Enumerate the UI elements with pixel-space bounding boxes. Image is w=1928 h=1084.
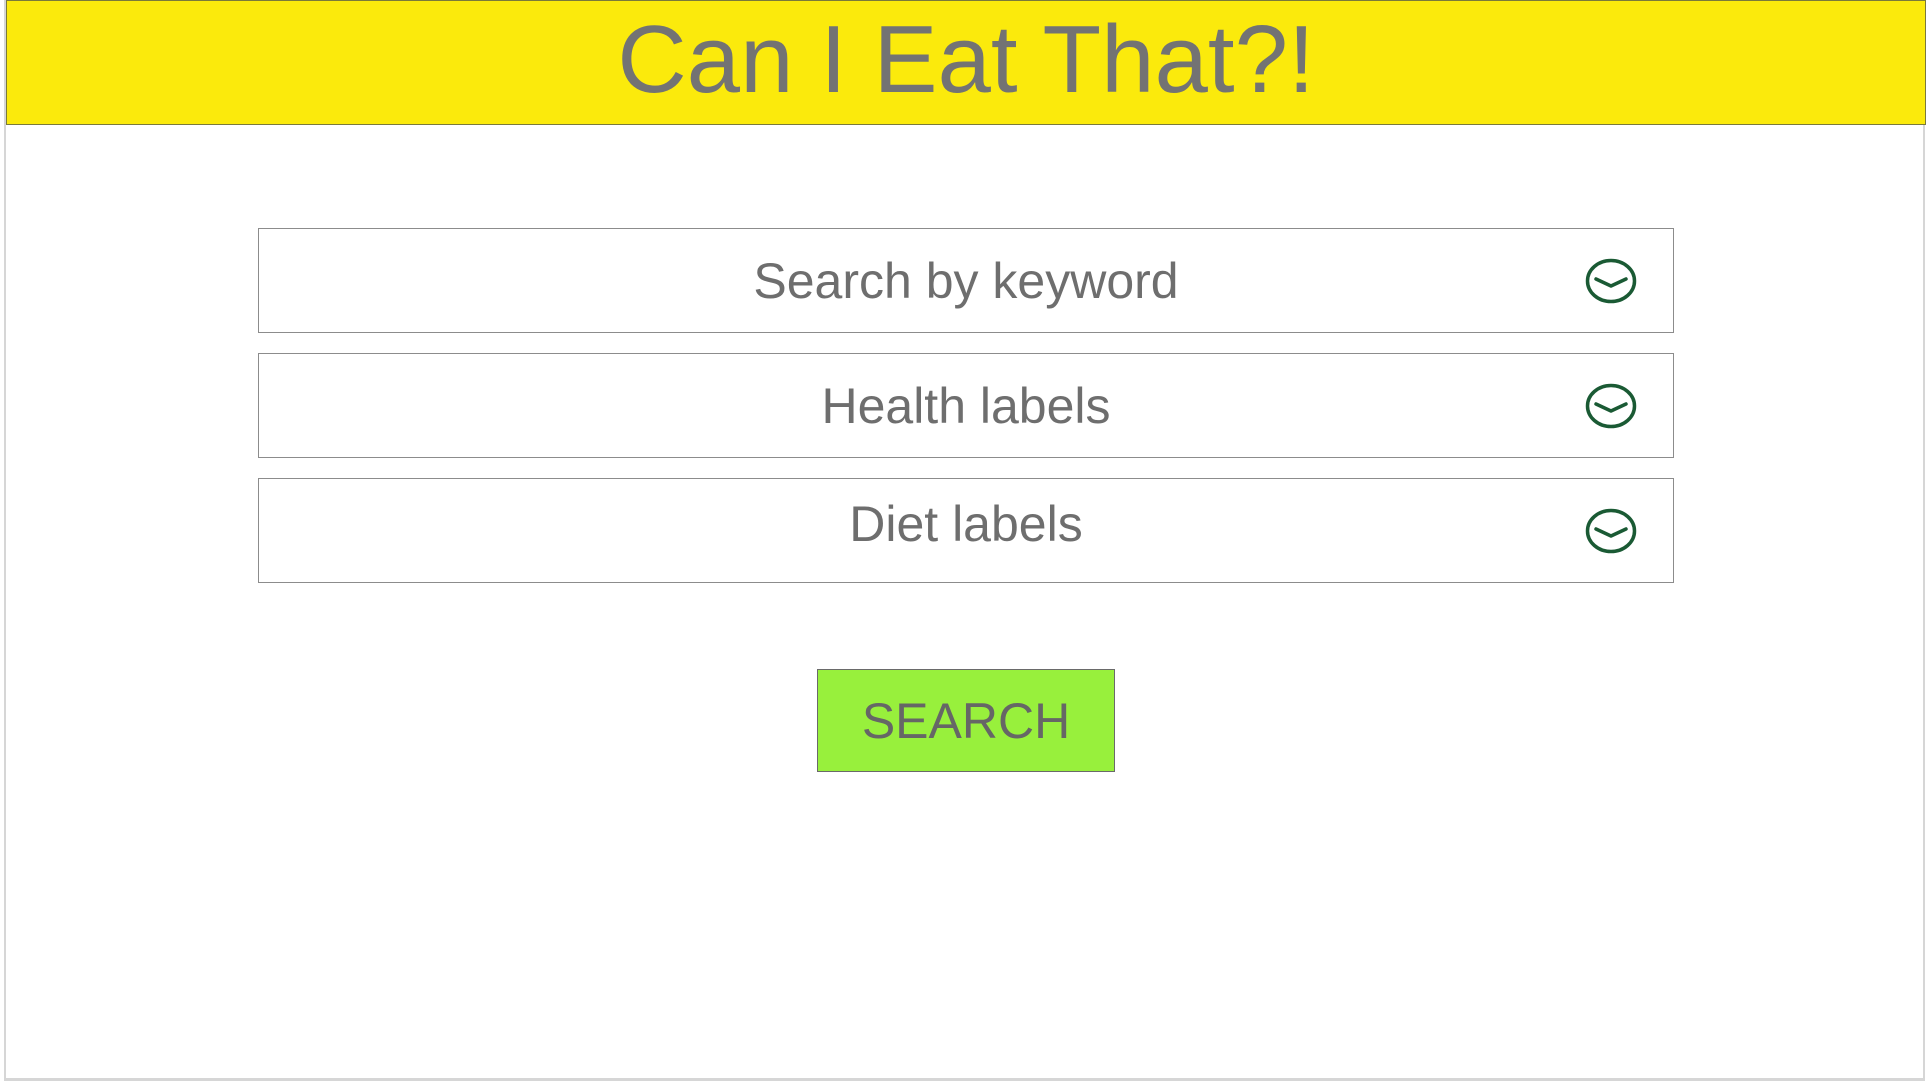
health-labels-label: Health labels xyxy=(821,377,1111,434)
chevron-down-circle-icon[interactable] xyxy=(1585,508,1637,554)
keyword-search-dropdown[interactable]: Search by keyword xyxy=(258,228,1674,333)
page-title: Can I Eat That?! xyxy=(617,5,1315,113)
diet-labels-label: Diet labels xyxy=(849,495,1083,552)
page: Can I Eat That?! Search by keyword Healt… xyxy=(0,0,1928,1084)
health-labels-dropdown[interactable]: Health labels xyxy=(258,353,1674,458)
search-button[interactable]: SEARCH xyxy=(817,669,1115,772)
diet-labels-dropdown[interactable]: Diet labels xyxy=(258,478,1674,583)
chevron-down-circle-icon[interactable] xyxy=(1585,383,1637,429)
header-bar: Can I Eat That?! xyxy=(6,0,1926,125)
chevron-down-circle-icon[interactable] xyxy=(1585,258,1637,304)
keyword-search-label: Search by keyword xyxy=(753,252,1179,309)
